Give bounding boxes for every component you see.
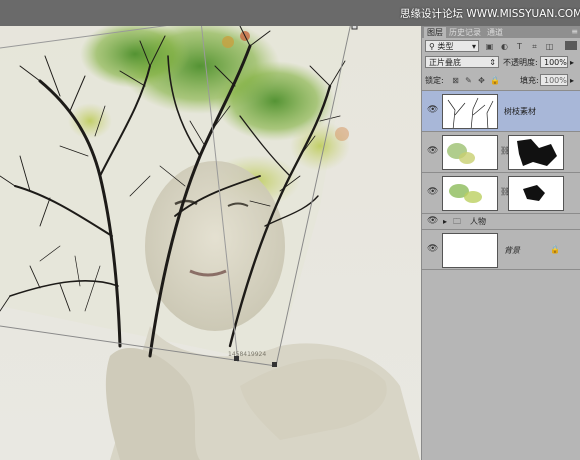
tab-history[interactable]: 历史记录 (448, 27, 482, 38)
fill-slider-arrow[interactable]: ▸ (570, 75, 574, 86)
lock-position-icon[interactable]: ✥ (477, 75, 486, 86)
transform-handle[interactable] (272, 362, 277, 367)
blend-mode-value: 正片叠底 (429, 58, 461, 67)
search-icon: ⚲ (429, 42, 435, 51)
filter-kind-label: 类型 (437, 42, 454, 51)
visibility-eye-icon[interactable]: 👁 (427, 244, 438, 254)
options-bar: 思缘设计论坛 WWW.MISSYUAN.COM (0, 0, 580, 26)
document-canvas[interactable]: 1458419924 (0, 26, 421, 460)
layer-row[interactable]: 👁 树枝素材 (422, 90, 580, 131)
layer-thumbnail (442, 233, 498, 268)
panel-menu-icon[interactable]: ≡ (571, 26, 578, 38)
visibility-eye-icon[interactable]: 👁 (427, 216, 438, 226)
layer-thumbnail (442, 135, 498, 170)
chevron-right-icon[interactable]: ▸ (443, 216, 447, 227)
layer-row[interactable]: 👁 背景 🔒 (422, 229, 580, 270)
tab-layers[interactable]: 图层 (424, 27, 446, 38)
chevron-down-icon: ⇕ (489, 58, 496, 67)
layer-thumbnail (442, 94, 498, 129)
visibility-eye-icon[interactable]: 👁 (427, 146, 438, 156)
layer-thumbnail (442, 176, 498, 211)
layer-row[interactable]: 👁 ⛓ (422, 131, 580, 172)
layer-name: 人物 (470, 217, 486, 226)
lock-all-icon[interactable]: 🔒 (490, 75, 500, 86)
layer-mask-thumbnail (508, 135, 564, 170)
layer-name: 背景 (504, 246, 520, 255)
blend-mode-select[interactable]: 正片叠底 ⇕ (425, 56, 499, 68)
layer-mask-thumbnail (508, 176, 564, 211)
layers-panel: 图层 历史记录 通道 ≡ ⚲ 类型 ▾ ▣ ◐ T ⌗ ◫ 正片叠底 ⇕ 不透明… (421, 26, 580, 460)
layer-name: 树枝素材 (504, 107, 536, 116)
panel-tabs: 图层 历史记录 通道 ≡ (422, 26, 580, 38)
adjustment-filter-icon[interactable]: ◐ (500, 41, 509, 52)
tab-channels[interactable]: 通道 (484, 27, 506, 38)
opacity-slider-arrow[interactable]: ▸ (570, 57, 574, 68)
chevron-down-icon: ▾ (471, 42, 476, 51)
type-filter-icon[interactable]: T (515, 41, 524, 52)
fill-label: 填充: (520, 76, 539, 85)
watermark-text: 思缘设计论坛 WWW.MISSYUAN.COM (400, 8, 580, 20)
layer-row[interactable]: 👁 ⛓ (422, 172, 580, 213)
visibility-eye-icon[interactable]: 👁 (427, 105, 438, 115)
lock-image-icon[interactable]: ✎ (464, 75, 473, 86)
layer-group-row[interactable]: 👁 ▸ 🗀 人物 (422, 213, 580, 229)
shape-filter-icon[interactable]: ⌗ (530, 41, 539, 52)
opacity-label: 不透明度: (503, 58, 538, 67)
transform-handle[interactable] (351, 26, 358, 30)
lock-row: 锁定: ⊠ ✎ ✥ 🔒 填充: 100% ▸ (422, 74, 580, 88)
filter-kind-select[interactable]: ⚲ 类型 ▾ (425, 40, 479, 52)
folder-icon: 🗀 (453, 217, 461, 226)
smart-object-filter-icon[interactable]: ◫ (545, 41, 554, 52)
opacity-input[interactable]: 100% (540, 56, 568, 68)
visibility-eye-icon[interactable]: 👁 (427, 187, 438, 197)
photo-credit: 1458419924 (228, 351, 266, 358)
filter-row: ⚲ 类型 ▾ ▣ ◐ T ⌗ ◫ (422, 38, 580, 54)
lock-label: 锁定: (425, 76, 444, 85)
filter-toggle[interactable] (565, 41, 577, 50)
artwork: 1458419924 (0, 26, 421, 460)
blend-row: 正片叠底 ⇕ 不透明度: 100% ▸ (422, 56, 580, 70)
image-filter-icon[interactable]: ▣ (485, 41, 494, 52)
fill-input[interactable]: 100% (540, 74, 568, 86)
lock-icon: 🔒 (550, 245, 560, 254)
lock-transparent-icon[interactable]: ⊠ (451, 75, 460, 86)
